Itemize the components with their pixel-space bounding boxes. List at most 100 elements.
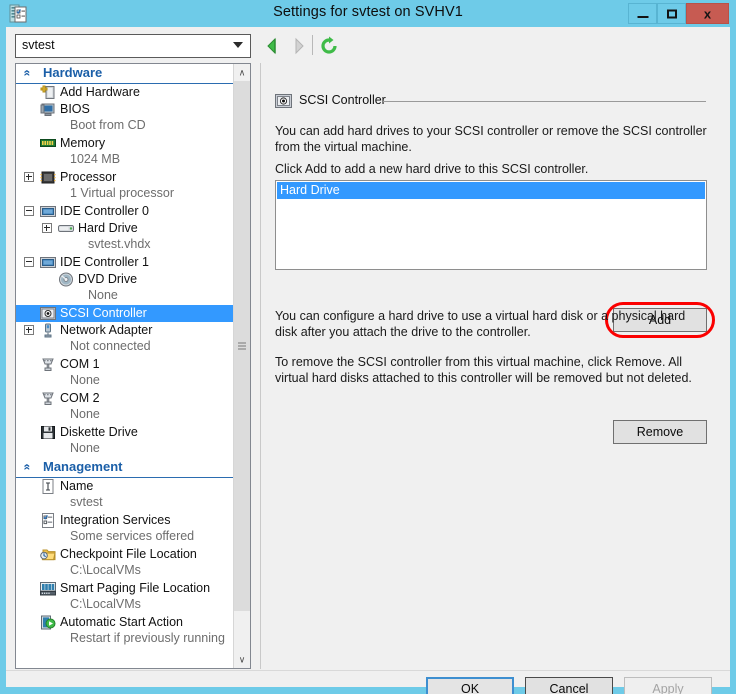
tree-scrollbar[interactable]: ∧ ∨ [233, 64, 250, 668]
tree-item-sublabel-row[interactable]: Some services offered [16, 529, 235, 546]
tree-item-name[interactable]: Name [16, 478, 235, 495]
maximize-button[interactable] [657, 3, 686, 24]
chevron-down-icon [233, 42, 243, 48]
tree-item-label: Processor [60, 170, 117, 184]
network-adapter-icon [40, 323, 56, 338]
tree-item-label: Network Adapter [60, 323, 153, 337]
tree-item-sublabel: svtest.vhdx [88, 237, 151, 251]
tree-item-label: SCSI Controller [60, 306, 147, 320]
tree-item-com-2[interactable]: COM 2 [16, 390, 235, 407]
collapse-icon[interactable] [24, 206, 34, 216]
cancel-button[interactable]: Cancel [525, 677, 613, 694]
dialog-client-area: svtest « Hardware Add Hardware BIOS Boot fro… [6, 27, 730, 694]
tree-item-memory[interactable]: Memory [16, 135, 235, 152]
tree-item-bios[interactable]: BIOS [16, 101, 235, 118]
expand-icon[interactable] [24, 325, 34, 335]
scroll-up-button[interactable]: ∧ [234, 64, 250, 81]
tree-item-sublabel: None [88, 288, 118, 302]
tree-item-sublabel: Not connected [70, 339, 151, 353]
tree-item-label: Add Hardware [60, 85, 140, 99]
bios-icon [40, 102, 56, 117]
scrollbar-thumb[interactable] [234, 81, 250, 611]
tree-item-sublabel-row[interactable]: Not connected [16, 339, 235, 356]
tree-item-sublabel-row[interactable]: svtest [16, 495, 235, 512]
collapse-chevron-icon[interactable]: « [20, 464, 34, 471]
tree-item-label: Checkpoint File Location [60, 547, 197, 561]
tree-item-ide-controller-1[interactable]: IDE Controller 1 [16, 254, 235, 271]
toolbar-separator [312, 35, 313, 55]
tree-item-sublabel-row[interactable]: Restart if previously running [16, 631, 235, 648]
chevron-up-icon: ∧ [238, 67, 246, 77]
scrollbar-grip-icon [238, 342, 246, 350]
minimize-button[interactable] [628, 3, 657, 24]
vm-selector-combobox[interactable]: svtest [15, 34, 251, 58]
tree-item-sublabel: 1 Virtual processor [70, 186, 174, 200]
tree-item-hard-drive[interactable]: Hard Drive [16, 220, 235, 237]
tree-item-label: Smart Paging File Location [60, 581, 211, 595]
group-divider [383, 101, 706, 102]
tree-item-processor[interactable]: Processor [16, 169, 235, 186]
tree-item-sublabel-row[interactable]: 1024 MB [16, 152, 235, 169]
group-title: SCSI Controller [299, 93, 386, 107]
expand-icon[interactable] [24, 172, 34, 182]
scroll-down-button[interactable]: ∨ [234, 651, 250, 668]
tree-item-diskette-drive[interactable]: Diskette Drive [16, 424, 235, 441]
tree-item-sublabel-row[interactable]: None [16, 407, 235, 424]
close-icon: x [703, 6, 712, 21]
com-port-icon [40, 391, 56, 406]
ok-button[interactable]: OK [426, 677, 514, 694]
automatic-start-icon [40, 615, 56, 630]
tree-item-label: Diskette Drive [60, 425, 138, 439]
tree-item-label: COM 2 [60, 391, 100, 405]
list-item[interactable]: Hard Drive [277, 182, 705, 199]
tree-item-sublabel-row[interactable]: svtest.vhdx [16, 237, 235, 254]
collapse-icon[interactable] [24, 257, 34, 267]
tree-item-sublabel-row[interactable]: 1 Virtual processor [16, 186, 235, 203]
tree-item-label: BIOS [60, 102, 90, 116]
tree-item-network-adapter[interactable]: Network Adapter [16, 322, 235, 339]
tree-item-dvd-drive[interactable]: DVD Drive [16, 271, 235, 288]
hardware-tree[interactable]: « Hardware Add Hardware BIOS Boot from CD Mem… [15, 63, 251, 669]
settings-window: Settings for svtest on SVHV1 x svtest « … [0, 0, 736, 694]
tree-item-add-hardware[interactable]: Add Hardware [16, 84, 235, 101]
tree-section-hardware[interactable]: « Hardware [16, 64, 235, 84]
title-bar[interactable]: Settings for svtest on SVHV1 x [0, 0, 736, 27]
tree-item-sublabel-row[interactable]: None [16, 373, 235, 390]
tree-section-label: Hardware [43, 65, 103, 80]
drive-listbox[interactable]: Hard Drive [275, 180, 707, 270]
close-button[interactable]: x [686, 3, 729, 24]
remove-button[interactable]: Remove [613, 420, 707, 444]
tree-item-sublabel: Some services offered [70, 529, 195, 543]
tree-item-sublabel-row[interactable]: None [16, 441, 235, 458]
expand-icon[interactable] [42, 223, 52, 233]
ide-controller-icon [40, 204, 56, 219]
tree-item-com-1[interactable]: COM 1 [16, 356, 235, 373]
collapse-chevron-icon[interactable]: « [20, 70, 34, 77]
tree-item-sublabel-row[interactable]: C:\LocalVMs [16, 563, 235, 580]
tree-item-sublabel: Boot from CD [70, 118, 146, 132]
tree-item-ide-controller-0[interactable]: IDE Controller 0 [16, 203, 235, 220]
tree-item-checkpoint-file-location[interactable]: Checkpoint File Location [16, 546, 235, 563]
tree-item-sublabel: None [70, 441, 100, 455]
tree-item-sublabel: C:\LocalVMs [70, 597, 141, 611]
com-port-icon [40, 357, 56, 372]
tree-item-sublabel-row[interactable]: Boot from CD [16, 118, 235, 135]
hardware-tree-content: « Hardware Add Hardware BIOS Boot from CD Mem… [16, 64, 235, 668]
tree-item-scsi-controller[interactable]: SCSI Controller [16, 305, 235, 322]
tree-item-integration-services[interactable]: Integration Services [16, 512, 235, 529]
back-button[interactable] [262, 35, 284, 57]
refresh-button[interactable] [318, 35, 340, 57]
diskette-drive-icon [40, 425, 56, 440]
checkpoint-folder-icon [40, 547, 56, 562]
footer-divider [6, 670, 730, 671]
tree-item-automatic-start-action[interactable]: Automatic Start Action [16, 614, 235, 631]
tree-item-sublabel: Restart if previously running [70, 631, 225, 645]
panel-paragraph-2: Click Add to add a new hard drive to thi… [275, 162, 589, 176]
tree-item-sublabel-row[interactable]: None [16, 288, 235, 305]
tree-item-sublabel-row[interactable]: C:\LocalVMs [16, 597, 235, 614]
tree-section-management[interactable]: « Management [16, 458, 235, 478]
chevron-down-icon: ∨ [238, 654, 246, 664]
tree-item-label: IDE Controller 1 [60, 255, 149, 269]
tree-item-smart-paging-file-location[interactable]: Smart Paging File Location [16, 580, 235, 597]
tree-item-label: Memory [60, 136, 106, 150]
